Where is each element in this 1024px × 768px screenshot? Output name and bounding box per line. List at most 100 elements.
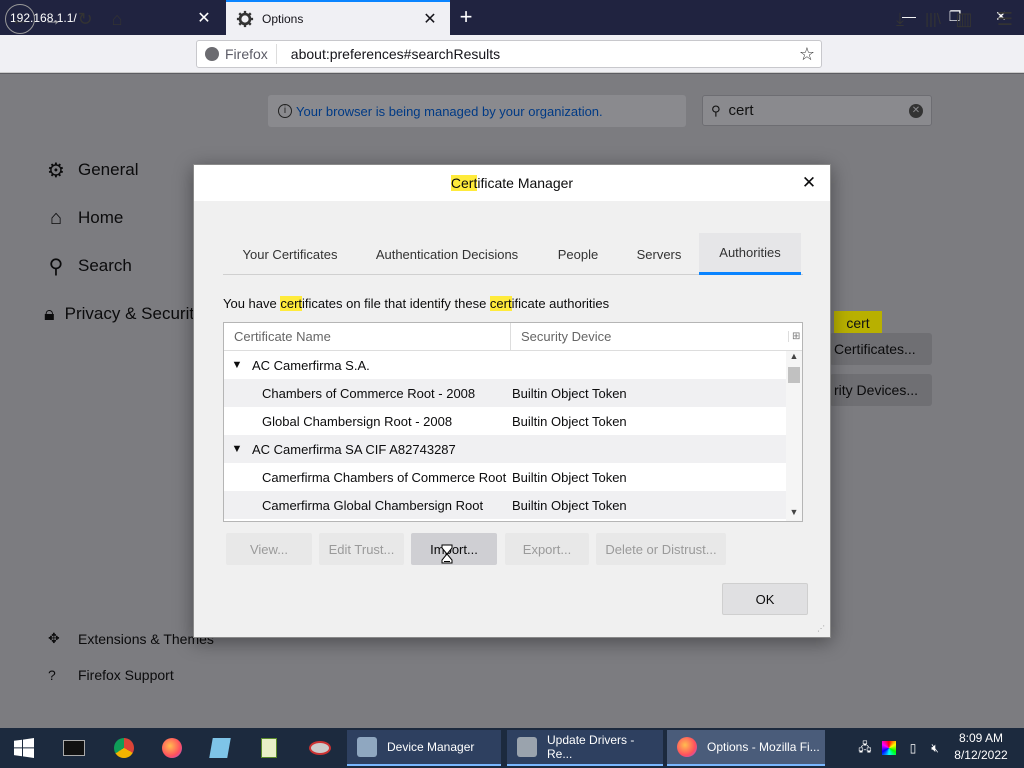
forward-button[interactable]: → [38,4,68,34]
tree-group-row[interactable]: ▼ AC Camerfirma S.A. [224,351,786,379]
back-arrow-icon: ← [11,8,29,29]
start-button[interactable] [0,728,48,768]
sidebar-item-general[interactable]: ⚙ General [44,155,138,185]
tab-authorities[interactable]: Authorities [699,233,801,275]
close-tab-icon[interactable]: ✕ [420,9,440,29]
home-button[interactable]: ⌂ [102,4,132,34]
scroll-up-icon[interactable]: ▲ [786,351,802,365]
authorities-description: You have certificates on file that ident… [223,296,609,311]
chrome-taskbar-icon[interactable] [104,728,144,768]
sidebar-item-label: Privacy & Security [64,304,194,323]
security-devices-button[interactable]: rity Devices... [830,374,932,406]
button-label: Import... [430,541,478,557]
sidebar-item-label: Home [78,208,124,227]
sidebar-item-extensions[interactable]: ✥ Extensions & Themes [48,630,214,647]
row-device: Builtin Object Token [512,385,627,401]
desc-highlight: cert [489,296,512,311]
tab-label: Servers [636,246,682,262]
tree-scrollbar[interactable]: ▲ ▼ [786,351,802,521]
scroll-thumb[interactable] [788,367,800,383]
tree-row[interactable]: Global Chambersign Root - 2008 Builtin O… [224,407,786,435]
forward-arrow-icon: → [44,8,62,29]
delete-or-distrust-button[interactable]: Delete or Distrust... [596,533,726,565]
column-picker-icon[interactable]: ⊞ [788,331,800,342]
close-dialog-icon[interactable]: ✕ [798,172,820,194]
system-clock[interactable]: 8:09 AM 8/12/2022 [946,730,1016,764]
sidebar-item-home[interactable]: ⌂ Home [44,203,123,233]
back-button[interactable]: ← [5,4,35,34]
network-tray-icon[interactable]: 🖧︎ [855,728,875,768]
network-taskbar-icon[interactable] [298,728,342,768]
help-icon: ? [48,667,56,683]
tree-row[interactable]: Camerfirma Chambers of Commerce Root Bui… [224,463,786,491]
ok-button[interactable]: OK [722,583,808,615]
certificate-tree[interactable]: Certificate Name Security Device ⊞ ▼ AC C… [223,322,803,522]
reload-button[interactable]: ↻ [70,4,100,34]
gear-icon [236,10,254,27]
sidebar-item-privacy[interactable]: 🔒︎ Privacy & Security [44,299,194,329]
close-tab-icon[interactable]: ✕ [194,8,214,28]
clock-time: 8:09 AM [958,731,1004,745]
resize-grip-icon[interactable]: ⋰ [817,624,827,634]
tab-label: People [557,246,599,262]
menu-button[interactable]: ☰ [990,4,1020,34]
certificate-manager-dialog: Cert ificate Manager ✕ Your Certificates … [193,164,831,638]
scroll-down-icon[interactable]: ▼ [786,507,802,521]
clock-date: 8/12/2022 [954,748,1008,762]
taskbar-app-device-manager[interactable]: Device Manager [347,730,501,766]
clear-search-icon[interactable]: ✕ [909,103,923,118]
new-tab-button[interactable]: + [456,2,476,32]
column-label: Certificate Name [234,329,331,344]
button-label: Delete or Distrust... [605,541,717,557]
notepad-taskbar-icon[interactable] [249,728,289,768]
row-name: AC Camerfirma S.A. [252,357,370,373]
url-bar[interactable]: Firefox about:preferences#searchResults … [196,40,822,68]
battery-tray-icon[interactable]: ▯ [903,728,923,768]
chevron-down-icon[interactable]: ▼ [230,443,244,455]
library-button[interactable]: |||\ [918,4,948,34]
column-security-device[interactable]: Security Device [511,323,788,351]
tab-people[interactable]: People [537,233,619,275]
tree-row[interactable]: Camerfirma Global Chambersign Root Built… [224,491,786,519]
sidebar-button[interactable]: ▥ [949,4,979,34]
terminal-taskbar-icon[interactable] [54,728,94,768]
app-taskbar-icon[interactable] [200,728,240,768]
tree-row[interactable]: Chambers of Commerce Root - 2008 Builtin… [224,379,786,407]
tab-options[interactable]: Options ✕ [226,0,450,35]
sidebar-item-support[interactable]: ? Firefox Support [48,667,174,683]
row-device: Builtin Object Token [512,497,627,513]
volume-muted-icon[interactable]: 🔇︎ [925,728,945,768]
preferences-search-input[interactable]: ⚲ cert ✕ [702,95,932,126]
policy-notice[interactable]: i Your browser is being managed by your … [268,95,686,127]
downloads-button[interactable]: ⤓ [885,4,915,34]
download-icon: ⤓ [896,8,904,29]
bookmark-star-icon[interactable]: ☆ [799,44,815,65]
info-icon: i [278,104,292,118]
tab-authentication-decisions[interactable]: Authentication Decisions [357,233,537,275]
color-tray-icon[interactable] [879,728,899,768]
desc-highlight: cert [280,296,303,311]
taskbar-app-update-drivers[interactable]: Update Drivers - Re... [507,730,663,766]
identity-box[interactable]: Firefox [197,44,277,64]
import-button[interactable]: Import... [411,533,497,565]
tree-group-row[interactable]: ▼ AC Camerfirma SA CIF A82743287 [224,435,786,463]
taskbar-app-firefox-options[interactable]: Options - Mozilla Fi... [667,730,825,766]
view-certificates-button[interactable]: Certificates... [830,333,932,365]
tab-servers[interactable]: Servers [619,233,699,275]
button-label: OK [755,591,775,607]
device-manager-icon [357,737,377,757]
view-button[interactable]: View... [226,533,312,565]
row-name: Camerfirma Global Chambersign Root [262,497,484,513]
firefox-taskbar-icon[interactable] [152,728,192,768]
sidebar-item-search[interactable]: ⚲ Search [44,251,132,281]
home-icon: ⌂ [49,206,63,229]
export-button[interactable]: Export... [505,533,589,565]
tab-label: Your Certificates [242,246,338,262]
chevron-down-icon[interactable]: ▼ [230,359,244,371]
tree-header: Certificate Name Security Device ⊞ [224,322,802,351]
tab-your-certificates[interactable]: Your Certificates [223,233,357,275]
url-text[interactable]: about:preferences#searchResults [277,46,500,62]
firefox-icon [677,737,697,757]
column-certificate-name[interactable]: Certificate Name [224,322,511,351]
edit-trust-button[interactable]: Edit Trust... [319,533,404,565]
